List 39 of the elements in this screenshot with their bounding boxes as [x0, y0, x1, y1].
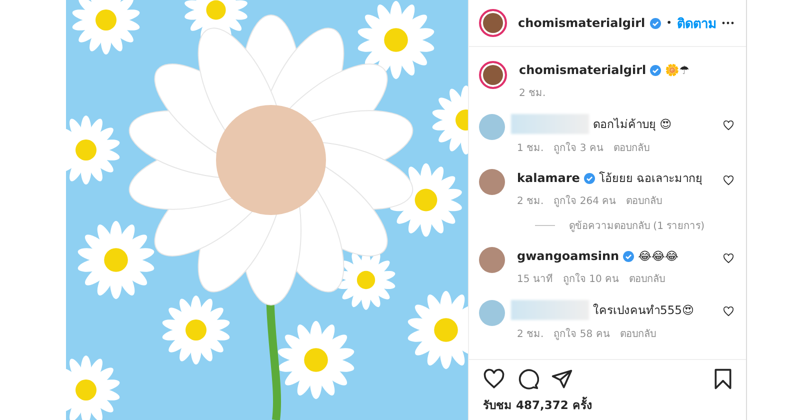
like-heart-icon[interactable]: [483, 368, 505, 390]
follow-button[interactable]: ติดตาม: [677, 12, 718, 34]
likes-count[interactable]: ถูกใจ 264 คน: [554, 193, 616, 208]
comment-time: 2 ชม.: [519, 87, 546, 100]
comment-text: 😂😂😂: [638, 249, 678, 263]
username[interactable]: kalamare: [517, 171, 580, 185]
comment-time: 15 นาที: [517, 272, 553, 286]
likes-count[interactable]: ถูกใจ 10 คน: [562, 271, 619, 286]
comment-text: โอ้ยยย ฉอเลาะมากยุ: [598, 170, 703, 187]
comment-icon[interactable]: [517, 368, 539, 390]
like-heart-icon[interactable]: [723, 120, 734, 131]
username[interactable]: chomismaterialgirl: [519, 63, 646, 77]
separator-dot: •: [666, 18, 672, 28]
view-replies-link[interactable]: ดูข้อความตอบกลับ (1 รายการ): [569, 218, 705, 233]
comment-time: 2 ชม.: [517, 328, 544, 341]
reply-link[interactable]: ตอบกลับ: [613, 140, 650, 155]
view-count: รับชม 487,372 ครั้ง: [483, 396, 594, 414]
like-heart-icon[interactable]: [723, 306, 734, 317]
avatar[interactable]: [479, 169, 505, 195]
more-options-icon[interactable]: [722, 21, 734, 25]
comment-time: 1 ชม.: [517, 142, 544, 155]
avatar[interactable]: [479, 61, 507, 89]
share-icon[interactable]: [551, 368, 573, 390]
comment-text: ดอกไม่ค้าบยุ 😍: [593, 116, 672, 133]
comment-time: 2 ชม.: [517, 195, 544, 208]
like-heart-icon[interactable]: [723, 175, 734, 186]
bookmark-icon[interactable]: [712, 368, 734, 390]
caption-text: 🌼☂: [665, 63, 690, 77]
likes-count[interactable]: ถูกใจ 3 คน: [554, 140, 604, 155]
username[interactable]: chomismaterialgirl: [518, 16, 646, 30]
username[interactable]: gwangoamsinn: [517, 249, 620, 263]
avatar[interactable]: [479, 247, 505, 273]
avatar[interactable]: [479, 9, 507, 37]
like-heart-icon[interactable]: [723, 253, 734, 264]
reply-link[interactable]: ตอบกลับ: [620, 326, 656, 341]
reply-link[interactable]: ตอบกลับ: [626, 193, 662, 208]
comment-text: ใครเปงคนทำ555😍: [593, 302, 694, 319]
reply-link[interactable]: ตอบกลับ: [629, 271, 665, 286]
likes-count[interactable]: ถูกใจ 58 คน: [554, 326, 610, 341]
